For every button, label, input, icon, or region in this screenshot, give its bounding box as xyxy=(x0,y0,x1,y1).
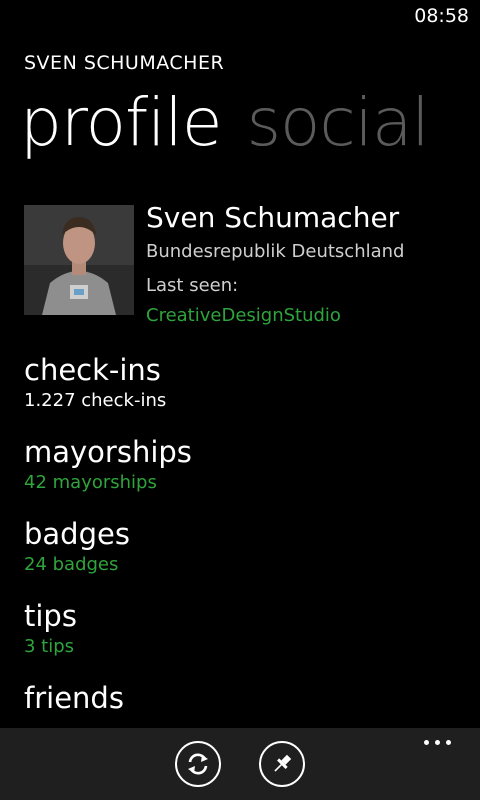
section-title: friends xyxy=(24,681,124,715)
app-title: SVEN SCHUMACHER xyxy=(24,52,225,74)
ellipsis-dot xyxy=(446,740,451,745)
refresh-button[interactable] xyxy=(175,741,221,787)
pin-button[interactable] xyxy=(259,741,305,787)
section-badges[interactable]: badges 24 badges xyxy=(24,516,464,578)
app-bar xyxy=(0,728,480,800)
last-seen-venue-link[interactable]: CreativeDesignStudio xyxy=(146,301,404,331)
section-subtitle: 3 tips xyxy=(24,636,75,657)
last-seen-label: Last seen: xyxy=(146,275,239,296)
pin-icon xyxy=(274,754,292,772)
section-mayorships[interactable]: mayorships 42 mayorships xyxy=(24,434,464,496)
ellipsis-dot xyxy=(435,740,440,745)
tab-profile[interactable]: profile xyxy=(20,78,222,168)
profile-name: Sven Schumacher xyxy=(146,201,400,234)
section-title: check-ins xyxy=(24,353,161,387)
more-button[interactable] xyxy=(424,736,460,752)
pivot-header: profile social xyxy=(20,78,430,168)
section-title: tips xyxy=(24,599,77,633)
section-tips[interactable]: tips 3 tips xyxy=(24,598,464,660)
clock: 08:58 xyxy=(414,5,469,27)
section-friends[interactable]: friends xyxy=(24,680,464,716)
profile-card: Sven Schumacher Bundesrepublik Deutschla… xyxy=(24,201,464,326)
ellipsis-icon xyxy=(424,740,429,745)
section-subtitle: 24 badges xyxy=(24,554,119,575)
section-subtitle: 1.227 check-ins xyxy=(24,390,167,411)
status-bar: 08:58 xyxy=(0,0,480,32)
section-subtitle: 42 mayorships xyxy=(24,472,157,493)
section-check-ins[interactable]: check-ins 1.227 check-ins xyxy=(24,352,464,414)
profile-info: Sven Schumacher Bundesrepublik Deutschla… xyxy=(146,199,404,331)
profile-country: Bundesrepublik Deutschland xyxy=(146,241,405,262)
section-title: mayorships xyxy=(24,435,192,469)
refresh-icon xyxy=(188,753,208,775)
tab-social[interactable]: social xyxy=(247,78,430,168)
avatar xyxy=(24,205,134,315)
section-title: badges xyxy=(24,517,130,551)
